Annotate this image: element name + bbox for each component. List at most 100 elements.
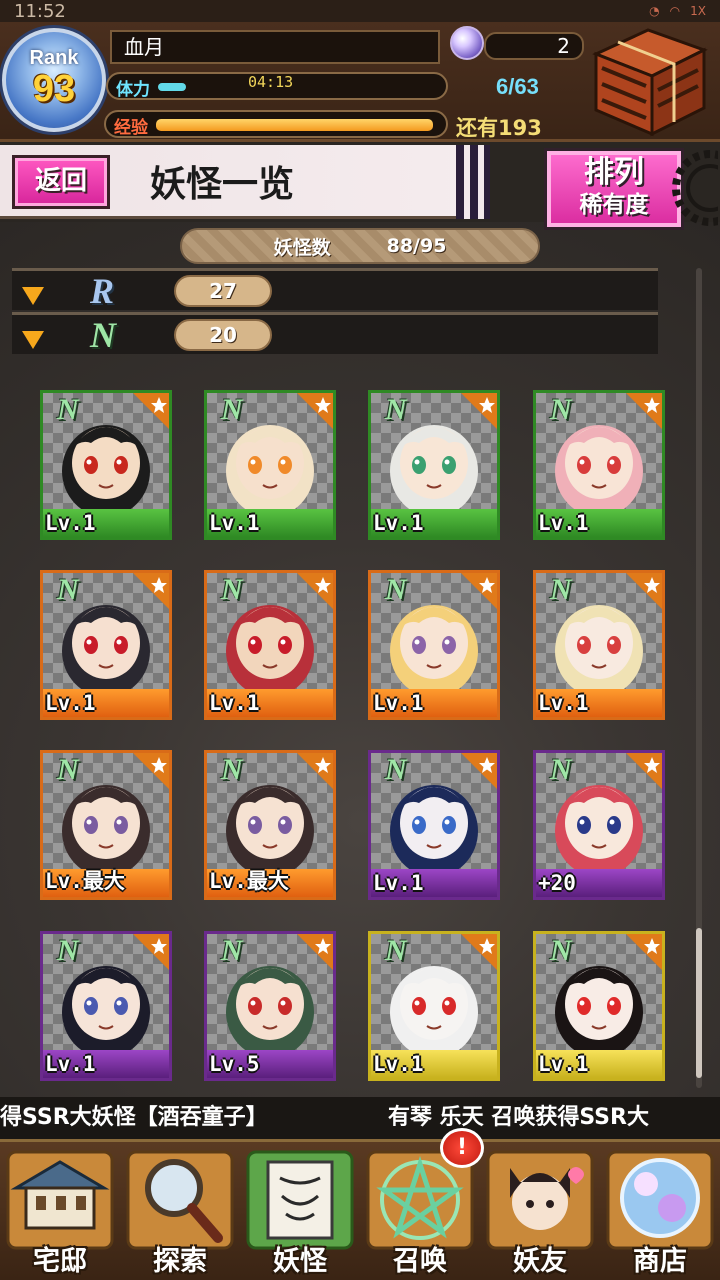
rarity-badge: N xyxy=(57,393,79,426)
sort-mode-label: 稀有度 xyxy=(579,192,649,218)
ticker-text-left: 得SSR大妖怪【酒吞童子】 xyxy=(0,1105,268,1130)
yokai-card[interactable]: N Lv.最大 xyxy=(204,750,336,900)
star-icon xyxy=(133,393,169,429)
card-level: Lv.5 xyxy=(209,1052,260,1076)
scroll-icon xyxy=(246,1150,354,1250)
exp-remaining: 还有193 xyxy=(456,116,542,140)
star-icon xyxy=(297,934,333,970)
card-level: Lv.最大 xyxy=(209,869,289,893)
nav-yokai-label: 妖怪 xyxy=(273,1246,327,1277)
nav-summon-label: 召唤 xyxy=(393,1246,447,1277)
yokai-card[interactable]: N Lv.1 xyxy=(40,931,172,1081)
rarity-badge: N xyxy=(57,753,79,786)
nav-mansion[interactable]: 宅邸 xyxy=(0,1148,120,1280)
rarity-badge: N xyxy=(57,934,79,967)
star-icon xyxy=(461,393,497,429)
nav-mansion-label: 宅邸 xyxy=(33,1246,87,1277)
star-icon xyxy=(461,573,497,609)
card-level: Lv.1 xyxy=(209,511,260,535)
rank-label: Rank xyxy=(29,46,79,69)
rarity-badge: N xyxy=(221,573,243,606)
yokai-card[interactable]: N Lv.1 xyxy=(368,570,500,720)
card-level: Lv.1 xyxy=(538,691,589,715)
yokai-count-pill: 妖怪数 88/95 xyxy=(180,228,540,264)
stamina-label: 体力 xyxy=(116,80,150,100)
stamina-fill xyxy=(158,83,186,91)
rarity-badge: N xyxy=(221,393,243,426)
card-level: Lv.1 xyxy=(373,691,424,715)
star-icon xyxy=(297,573,333,609)
clock: 11:52 xyxy=(14,0,66,22)
nav-shop[interactable]: 商店 xyxy=(600,1148,720,1280)
star-icon xyxy=(133,934,169,970)
summon-alert-badge: ! xyxy=(440,1128,484,1168)
card-level: Lv.1 xyxy=(538,511,589,535)
nav-explore[interactable]: 探索 xyxy=(120,1148,240,1280)
rarity-r-label: R xyxy=(90,271,115,311)
nav-explore-label: 探索 xyxy=(153,1246,207,1277)
nav-shop-label: 商店 xyxy=(633,1246,687,1277)
yokai-card[interactable]: N Lv.1 xyxy=(368,390,500,540)
yokai-card[interactable]: N Lv.1 xyxy=(368,750,500,900)
nav-yokai[interactable]: 妖怪 xyxy=(240,1148,360,1280)
card-level: Lv.1 xyxy=(538,1052,589,1076)
yokai-card[interactable]: N Lv.1 xyxy=(40,570,172,720)
nav-friends[interactable]: 妖友 xyxy=(480,1148,600,1280)
card-level: Lv.1 xyxy=(45,691,96,715)
player-name: 血月 xyxy=(110,30,440,64)
star-icon xyxy=(626,753,662,789)
card-level: Lv.1 xyxy=(373,1052,424,1076)
stamina-count: 6/63 xyxy=(496,74,539,99)
yokai-card[interactable]: N Lv.最大 xyxy=(40,750,172,900)
stamina-bar: 体力 04:13 xyxy=(106,72,448,100)
star-icon xyxy=(626,934,662,970)
yokai-card[interactable]: N Lv.1 xyxy=(204,570,336,720)
rarity-badge: N xyxy=(550,573,572,606)
friend-icon xyxy=(486,1150,594,1250)
bottom-nav: 宅邸 探索 妖怪 召唤 妖友 商店 xyxy=(0,1139,720,1280)
scrollbar-thumb[interactable] xyxy=(696,928,702,1078)
card-level: Lv.1 xyxy=(373,511,424,535)
back-button[interactable]: 返回 xyxy=(12,155,110,209)
title-stripe xyxy=(456,145,490,219)
card-level: Lv.1 xyxy=(45,1052,96,1076)
card-level: Lv.1 xyxy=(209,691,260,715)
yokai-card[interactable]: N Lv.1 xyxy=(40,390,172,540)
rarity-badge: N xyxy=(385,393,407,426)
yokai-card[interactable]: N Lv.1 xyxy=(204,390,336,540)
yokai-card[interactable]: N Lv.1 xyxy=(533,931,665,1081)
rarity-badge: N xyxy=(221,753,243,786)
title-bar: 返回 妖怪一览 xyxy=(0,145,490,219)
rarity-n-count: 20 xyxy=(174,319,272,351)
yokai-count-value: 88/95 xyxy=(386,235,447,257)
nav-friends-label: 妖友 xyxy=(513,1246,567,1277)
stamina-timer: 04:13 xyxy=(248,73,294,91)
yokai-card[interactable]: N Lv.5 xyxy=(204,931,336,1081)
star-icon xyxy=(133,573,169,609)
card-level: Lv.最大 xyxy=(45,869,125,893)
page-title: 妖怪一览 xyxy=(150,163,295,205)
status-indicators: ◔ ◠ 1X xyxy=(649,4,706,18)
rarity-group-n[interactable]: N 20 xyxy=(12,312,658,355)
rarity-badge: N xyxy=(550,753,572,786)
collapse-arrow-icon xyxy=(22,287,44,305)
star-icon xyxy=(626,393,662,429)
rank-badge[interactable]: Rank 93 xyxy=(2,28,106,132)
treasure-chest-icon[interactable] xyxy=(588,24,712,138)
star-icon xyxy=(297,393,333,429)
card-level: Lv.1 xyxy=(45,511,96,535)
yokai-card[interactable]: N Lv.1 xyxy=(533,390,665,540)
player-header: Rank 93 血月 体力 04:13 经验 2 6/63 还有193 xyxy=(0,22,720,142)
wifi-icon: ◠ xyxy=(669,4,681,18)
status-bar: 11:52 ◔ ◠ 1X xyxy=(0,0,720,22)
rarity-badge: N xyxy=(385,573,407,606)
yokai-card[interactable]: N +20 xyxy=(533,750,665,900)
rarity-badge: N xyxy=(385,934,407,967)
sort-label: 排列 xyxy=(584,155,644,190)
yokai-card[interactable]: N Lv.1 xyxy=(368,931,500,1081)
rarity-group-r[interactable]: R 27 xyxy=(12,268,658,311)
yokai-card[interactable]: N Lv.1 xyxy=(533,570,665,720)
sort-rarity-button[interactable]: 排列 稀有度 xyxy=(544,148,684,230)
rarity-n-label: N xyxy=(90,315,116,355)
magnifier-icon xyxy=(126,1150,234,1250)
